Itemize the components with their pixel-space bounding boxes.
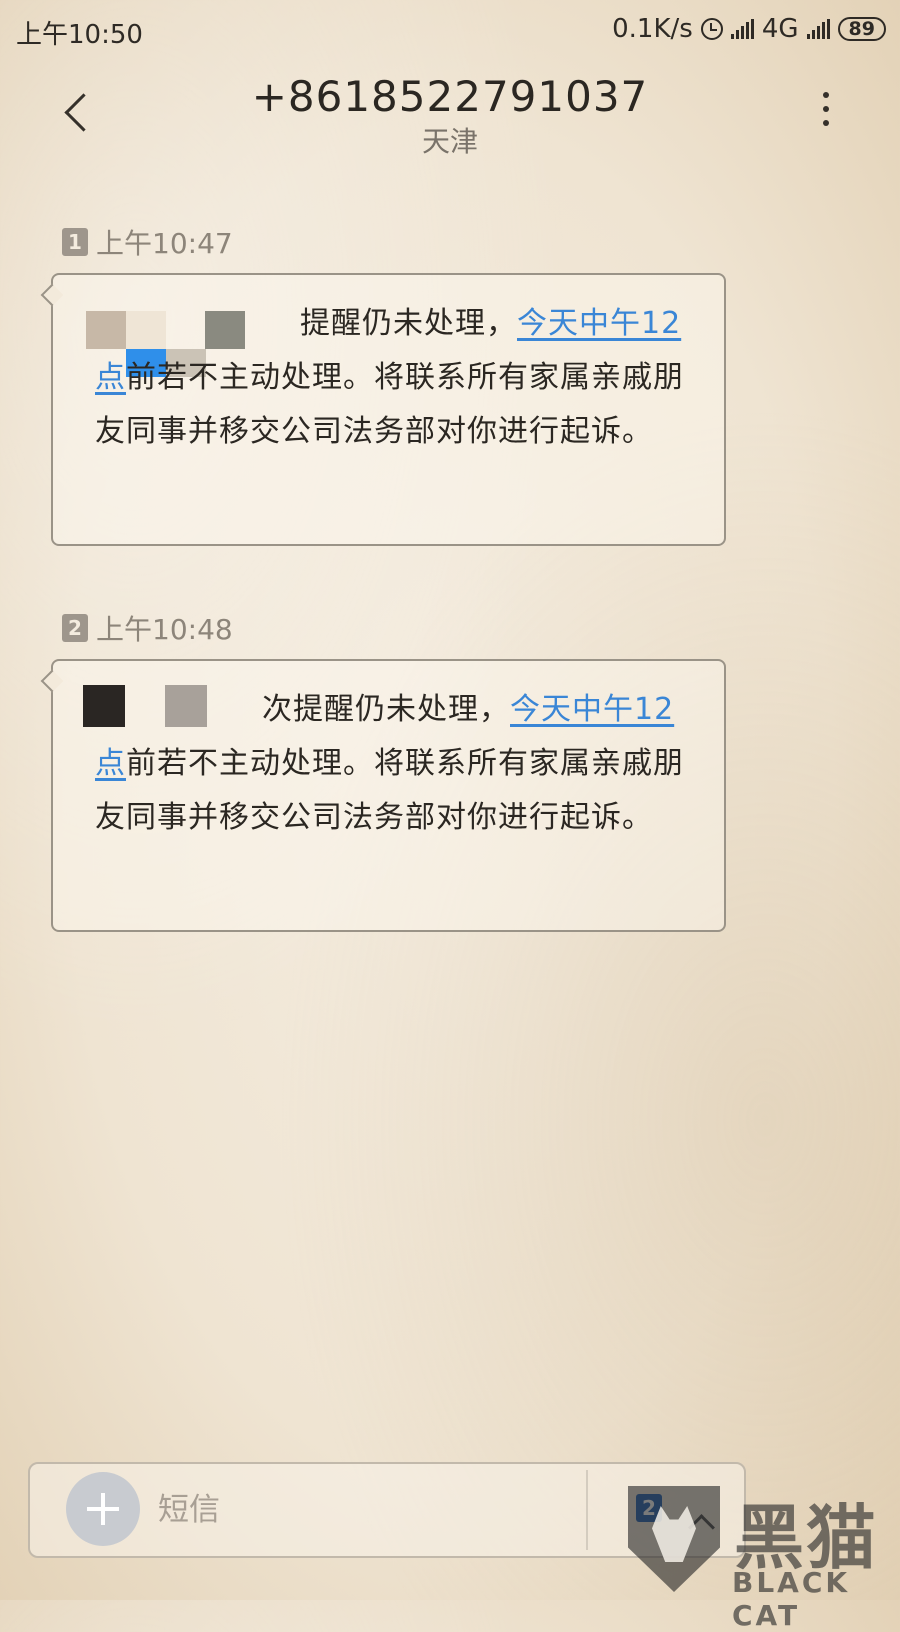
network-type: 4G — [761, 14, 799, 44]
message-text: 前若不主动处理。将联系所有家属亲戚朋友同事并移交公司法务部对你进行起诉。 — [95, 360, 684, 449]
divider — [586, 1470, 588, 1550]
sim-badge: 1 — [62, 228, 88, 256]
signal-icon — [730, 19, 754, 39]
status-bar: 上午10:50 0.1K/s 4G 89 — [0, 0, 900, 62]
sim-badge: 2 — [62, 614, 88, 642]
message-bubble[interactable]: 次提醒仍未处理，今天中午12点前若不主动处理。将联系所有家属亲戚朋友同事并移交公… — [51, 659, 726, 932]
network-speed: 0.1K/s — [612, 14, 693, 44]
message-text: 前若不主动处理。将联系所有家属亲戚朋友同事并移交公司法务部对你进行起诉。 — [95, 746, 684, 835]
battery-icon: 89 — [837, 17, 886, 41]
watermark-logo: 黑猫 BLACK CAT — [628, 1482, 900, 1632]
contact-location: 天津 — [421, 125, 478, 158]
status-time: 上午10:50 — [16, 20, 143, 50]
message-timestamp: 2 上午10:48 — [62, 608, 233, 648]
message-bubble[interactable]: 提醒仍未处理，今天中午12点前若不主动处理。将联系所有家属亲戚朋友同事并移交公司… — [51, 273, 726, 546]
message-time: 上午10:48 — [96, 613, 233, 646]
alarm-clock-icon — [700, 18, 723, 40]
message-body: 提醒仍未处理，今天中午12点前若不主动处理。将联系所有家属亲戚朋友同事并移交公司… — [95, 297, 685, 459]
message-text: 提醒仍未处理， — [300, 306, 517, 341]
message-text: 次提醒仍未处理， — [262, 692, 510, 727]
contact-phone-number: +8618522791037 — [251, 72, 649, 121]
watermark-text-en: BLACK CAT — [732, 1566, 851, 1632]
message-timestamp: 1 上午10:47 — [62, 222, 233, 262]
plus-icon[interactable] — [66, 1472, 140, 1546]
sms-input[interactable] — [156, 1484, 560, 1536]
signal-icon-sim2 — [806, 19, 830, 39]
message-body: 次提醒仍未处理，今天中午12点前若不主动处理。将联系所有家属亲戚朋友同事并移交公… — [95, 683, 685, 845]
message-time: 上午10:47 — [96, 227, 233, 260]
more-vertical-icon[interactable] — [818, 92, 834, 132]
status-indicators: 0.1K/s 4G 89 — [612, 14, 886, 44]
